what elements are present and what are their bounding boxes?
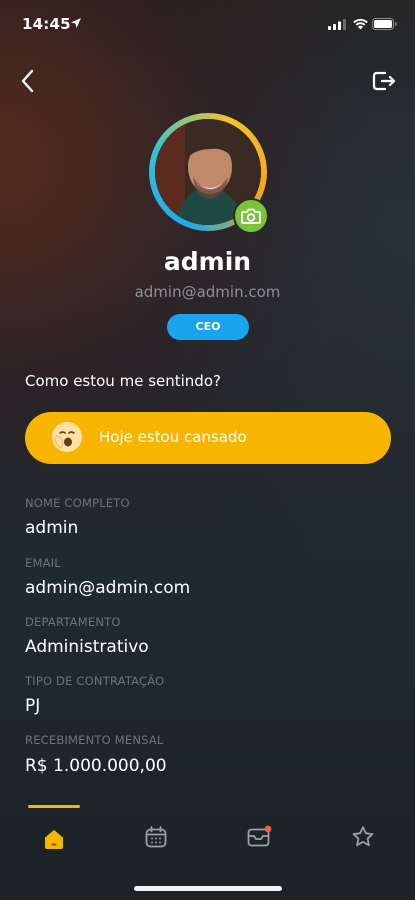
field-label-department: DEPARTAMENTO: [25, 615, 121, 629]
star-icon: [352, 826, 374, 847]
mail-icon: [247, 828, 270, 847]
home-icon: [45, 830, 63, 849]
change-photo-button[interactable]: [233, 198, 269, 234]
notification-dot: [264, 825, 272, 833]
tab-favorites[interactable]: [350, 824, 376, 850]
profile-name: admin: [163, 247, 252, 276]
field-value-monthly-pay: R$ 1.000.000,00: [25, 756, 167, 776]
field-value-department: Administrativo: [25, 637, 149, 657]
mood-button[interactable]: Hoje estou cansado: [25, 412, 391, 464]
field-label-full-name: NOME COMPLETO: [25, 496, 130, 510]
field-label-email: EMAIL: [25, 556, 61, 570]
role-badge: CEO: [167, 314, 249, 340]
field-value-email: admin@admin.com: [25, 578, 191, 598]
cellular-signal-icon: [328, 19, 346, 30]
tab-inbox[interactable]: [246, 824, 272, 850]
calendar-icon: [145, 826, 167, 848]
profile-email: admin@admin.com: [134, 283, 281, 301]
field-value-contract-type: PJ: [25, 696, 41, 716]
tab-home[interactable]: [41, 826, 67, 852]
status-time: 14:45: [22, 15, 71, 33]
logout-button[interactable]: [371, 69, 397, 93]
camera-icon: [241, 208, 261, 224]
mood-label: Hoje estou cansado: [99, 428, 247, 446]
tired-face-emoji: [52, 422, 82, 452]
field-value-full-name: admin: [25, 518, 79, 538]
status-bar: 14:45: [0, 0, 415, 48]
tab-calendar[interactable]: [143, 824, 169, 850]
back-button[interactable]: [18, 68, 40, 94]
battery-icon: [372, 18, 397, 30]
wifi-icon: [353, 18, 368, 30]
field-label-monthly-pay: RECEBIMENTO MENSAL: [25, 733, 164, 747]
location-arrow-icon: [71, 18, 81, 28]
home-indicator: [134, 886, 282, 891]
field-label-contract-type: TIPO DE CONTRATAÇÃO: [25, 674, 165, 688]
mood-question: Como estou me sentindo?: [25, 372, 221, 390]
